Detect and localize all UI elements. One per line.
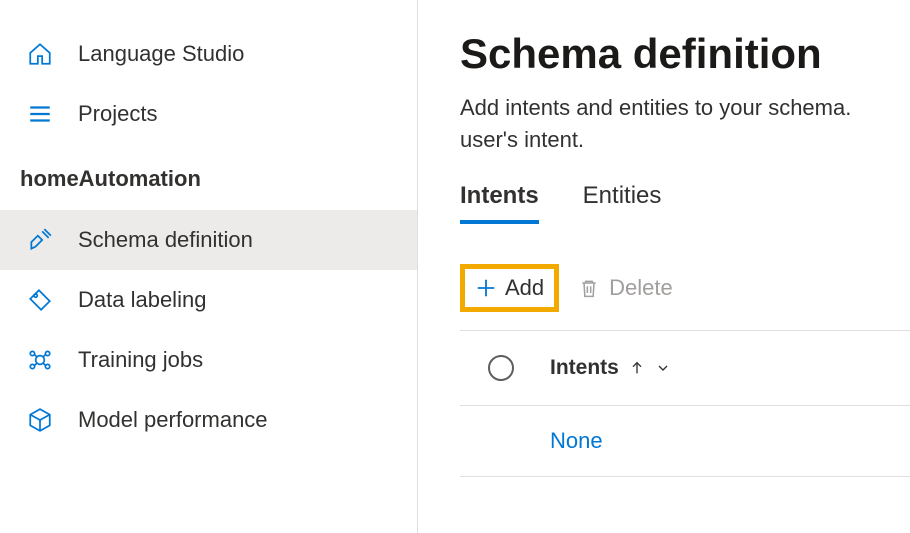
nav-label: Training jobs: [78, 347, 203, 373]
tab-entities[interactable]: Entities: [583, 182, 662, 224]
trash-icon: [579, 276, 599, 300]
project-name: homeAutomation: [0, 144, 417, 210]
sort-up-icon: [629, 360, 645, 376]
nav-language-studio[interactable]: Language Studio: [0, 24, 417, 84]
list-icon: [26, 100, 54, 128]
nav-training-jobs[interactable]: Training jobs: [0, 330, 417, 390]
intent-link[interactable]: None: [550, 428, 603, 454]
add-button[interactable]: Add: [460, 264, 559, 312]
training-icon: [26, 346, 54, 374]
nav-schema-definition[interactable]: Schema definition: [0, 210, 417, 270]
table-row[interactable]: None: [460, 406, 910, 477]
schema-icon: [26, 226, 54, 254]
nav-label: Language Studio: [78, 41, 244, 67]
page-description: Add intents and entities to your schema.…: [460, 92, 910, 156]
select-all-checkbox[interactable]: [488, 355, 514, 381]
cube-icon: [26, 406, 54, 434]
nav-label: Projects: [78, 101, 157, 127]
tabs: Intents Entities: [460, 182, 910, 224]
add-label: Add: [505, 275, 544, 301]
chevron-down-icon: [655, 360, 671, 376]
column-intents[interactable]: Intents: [550, 356, 671, 380]
page-title: Schema definition: [460, 30, 910, 78]
toolbar: Add Delete: [460, 264, 910, 331]
delete-button[interactable]: Delete: [579, 275, 673, 301]
delete-label: Delete: [609, 275, 673, 301]
main-content: Schema definition Add intents and entiti…: [418, 0, 910, 533]
sidebar: Language Studio Projects homeAutomation …: [0, 0, 418, 533]
nav-label: Model performance: [78, 407, 268, 433]
column-label: Intents: [550, 356, 619, 380]
nav-model-performance[interactable]: Model performance: [0, 390, 417, 450]
plus-icon: [475, 277, 497, 299]
table-header: Intents: [460, 331, 910, 406]
nav-label: Schema definition: [78, 227, 253, 253]
home-icon: [26, 40, 54, 68]
nav-projects[interactable]: Projects: [0, 84, 417, 144]
tab-intents[interactable]: Intents: [460, 182, 539, 224]
nav-label: Data labeling: [78, 287, 206, 313]
nav-data-labeling[interactable]: Data labeling: [0, 270, 417, 330]
tag-icon: [26, 286, 54, 314]
